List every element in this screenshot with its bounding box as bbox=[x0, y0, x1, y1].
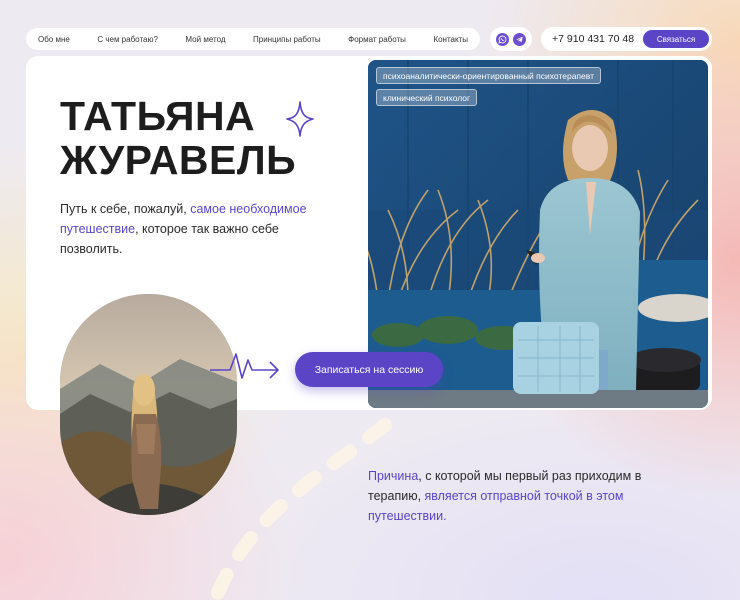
wave-arrow-icon bbox=[210, 353, 279, 379]
book-session-button[interactable]: Записаться на сессию bbox=[295, 352, 443, 387]
landscape-photo bbox=[60, 294, 237, 515]
quote-text: Причина, с которой мы первый раз приходи… bbox=[368, 466, 668, 526]
quote-highlight-1: Причина bbox=[368, 469, 419, 483]
